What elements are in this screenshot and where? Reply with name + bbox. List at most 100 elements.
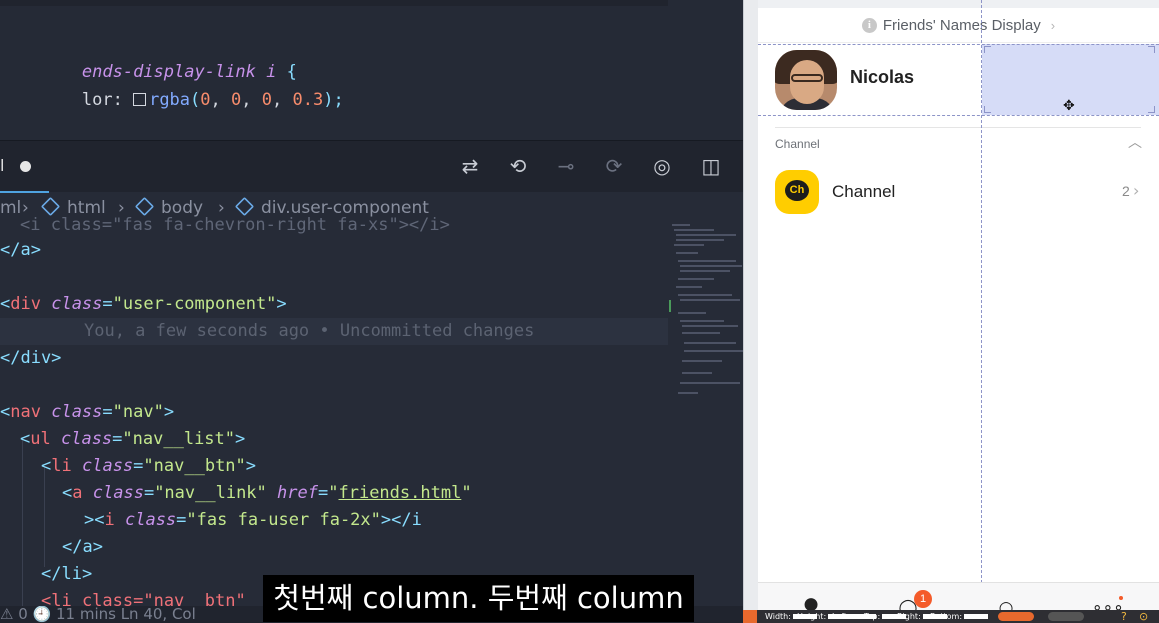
tag-name: a — [72, 483, 83, 503]
css-line-color[interactable]: lor: rgba(0, 0, 0, 0.3); — [0, 60, 344, 110]
code-line[interactable]: <li class="nav__btn"> — [41, 453, 256, 480]
avatar-glasses — [791, 74, 823, 82]
lt: < — [20, 429, 31, 449]
minimap-line — [682, 360, 722, 362]
corner-handle[interactable] — [984, 46, 991, 53]
git-lens-icon[interactable]: ◎ — [649, 153, 675, 179]
indent-guide — [44, 467, 45, 567]
code-line[interactable]: </a> — [0, 237, 41, 264]
minimap-line — [684, 350, 743, 352]
code-line[interactable]: </div> — [0, 345, 61, 372]
code-line[interactable]: </a> — [62, 534, 103, 561]
measure-tool-icon[interactable] — [743, 610, 757, 623]
code-editor: ends-display-link i { lor: rgba(0, 0, 0,… — [0, 0, 743, 623]
right-label: Right: — [897, 612, 921, 621]
help-icon[interactable]: ? — [1121, 610, 1127, 623]
corner-handle[interactable] — [1148, 46, 1155, 53]
channel-count: 2 — [1122, 183, 1130, 199]
width-label: Width: — [765, 612, 791, 621]
window-divider[interactable] — [743, 0, 758, 623]
compare-changes-icon[interactable]: ⇄ — [457, 153, 483, 179]
unsaved-dot-icon[interactable] — [20, 161, 31, 172]
css-pane: ends-display-link i { lor: rgba(0, 0, 0,… — [0, 0, 743, 140]
commit-icon[interactable]: ⊸ — [553, 153, 579, 179]
bottom-field[interactable]: Bottom: — [930, 610, 989, 623]
code-line[interactable]: <div class="user-component"> — [0, 291, 287, 318]
tab-index-html[interactable]: l — [0, 141, 50, 193]
guide-line-horizontal — [758, 44, 1159, 45]
color-swatch-icon[interactable] — [133, 93, 147, 106]
minimap[interactable] — [672, 222, 743, 402]
lt: < — [0, 402, 11, 422]
attr-name: class — [81, 456, 134, 476]
blame-text: You, a few seconds ago • Uncommitted cha… — [84, 321, 535, 341]
attr-name: href — [277, 483, 318, 503]
toggle-switch-off[interactable] — [1048, 612, 1084, 621]
settings-icon[interactable]: ⊙ — [1139, 610, 1148, 623]
code-line[interactable]: ><i class="fas fa-user fa-2x"></i — [84, 507, 422, 534]
git-blame-annotation[interactable]: You, a few seconds ago • Uncommitted cha… — [84, 318, 534, 345]
go-prev-change-icon[interactable]: ⟲ — [505, 153, 531, 179]
minimap-line — [676, 286, 702, 288]
attr-name: class — [124, 510, 177, 530]
tag-name: i — [104, 510, 115, 530]
eq: = — [133, 456, 144, 476]
minimap-line — [678, 260, 736, 262]
minimap-line — [674, 244, 704, 246]
eq: = — [112, 429, 123, 449]
css-line-selector[interactable]: ends-display-link i { — [0, 32, 297, 82]
gt: > — [235, 429, 246, 449]
go-next-change-icon[interactable]: ⟳ — [601, 153, 627, 179]
chevron-right-icon: › — [1050, 17, 1056, 33]
attr-name: class — [51, 402, 103, 422]
preview-top-strip — [758, 0, 1159, 8]
chevron-right-icon: › — [1133, 181, 1140, 200]
height-label: Height: — [797, 612, 827, 621]
gt: > — [245, 456, 257, 476]
channel-label: Channel — [832, 182, 896, 201]
code-line[interactable]: <a class="nav__link" href="friends.html" — [62, 480, 472, 507]
bottom-input[interactable] — [964, 614, 989, 619]
paren: ( — [190, 90, 201, 110]
href-link[interactable]: friends.html — [338, 483, 461, 503]
comma: , — [272, 90, 293, 110]
tag-name: li — [51, 456, 72, 476]
minimap-line — [678, 278, 714, 280]
toggle-switch-on[interactable] — [998, 612, 1034, 621]
channel-logo-text: Ch — [785, 180, 809, 201]
lt: < — [0, 294, 11, 314]
minimap-line — [682, 332, 720, 334]
comma: , — [241, 90, 262, 110]
eq: = — [102, 402, 113, 422]
code-line-partial[interactable]: <i class="fas fa-chevron-right fa-xs"></… — [20, 212, 450, 239]
avatar[interactable] — [775, 50, 837, 110]
friends-display-link[interactable]: i Friends' Names Display › — [758, 8, 1159, 43]
measure-toolbar: Width: Height: Left: Top: Right: Bottom:… — [743, 610, 1159, 623]
chevron-up-icon[interactable]: ︿ — [1126, 134, 1144, 152]
minimap-line — [678, 312, 706, 314]
code-line[interactable]: <ul class="nav__list"> — [20, 426, 245, 453]
status-text[interactable]: ⚠ 0 🕘 11 mins Ln 40, Col — [0, 606, 196, 623]
corner-handle[interactable] — [1148, 106, 1155, 113]
css-property: lor: — [81, 90, 134, 110]
code-line[interactable]: </li> — [41, 561, 92, 588]
attr-value: "user-component" — [112, 294, 277, 314]
minimap-line — [674, 229, 714, 231]
attr-value: "fas fa-user fa-2x" — [186, 510, 381, 530]
minimap-line — [684, 342, 736, 344]
minimap-line — [682, 372, 712, 374]
quote: " — [328, 483, 339, 503]
breadcrumb-file[interactable]: ml — [0, 193, 21, 223]
divider-line — [775, 127, 1141, 128]
close-a-tag: </a> — [0, 240, 41, 260]
tab-label: l — [0, 156, 5, 175]
split-editor-icon[interactable]: ◫ — [698, 153, 724, 179]
quote: " — [461, 483, 472, 503]
notification-dot — [1119, 596, 1123, 600]
corner-handle[interactable] — [984, 106, 991, 113]
attr-name: class — [51, 294, 103, 314]
top-label: Top: — [864, 612, 881, 621]
attr-value: "nav" — [112, 402, 164, 422]
close-div-tag: </div> — [0, 348, 62, 368]
code-line[interactable]: <nav class="nav"> — [0, 399, 174, 426]
